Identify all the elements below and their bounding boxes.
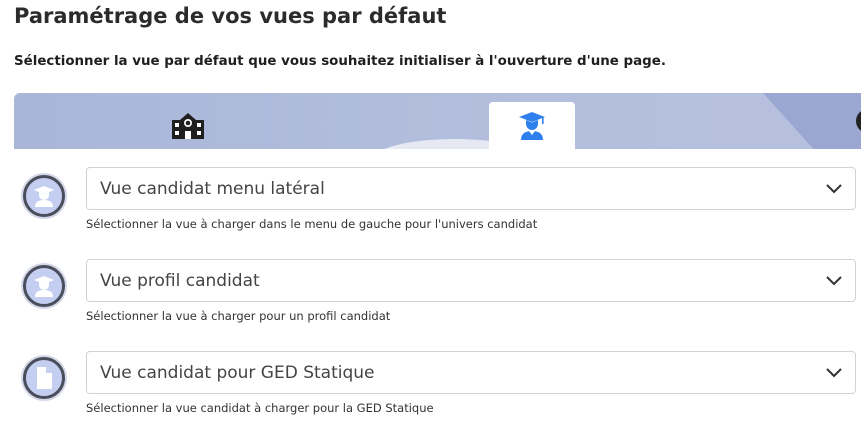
setting-row-ged: Vue candidat pour GED Statique Sélection… — [0, 351, 861, 431]
helper-text: Sélectionner la vue à charger dans le me… — [86, 217, 538, 231]
chevron-down-icon — [826, 276, 842, 286]
school-building-icon — [172, 112, 204, 139]
setting-row-profile: Vue profil candidat Sélectionner la vue … — [0, 259, 861, 339]
chevron-down-icon — [826, 368, 842, 378]
helper-text: Sélectionner la vue candidat à charger p… — [86, 401, 434, 415]
select-value: Vue candidat pour GED Statique — [100, 363, 375, 383]
page-title: Paramétrage de vos vues par défaut — [14, 4, 447, 28]
banner-decoration — [754, 93, 861, 149]
candidate-avatar-icon — [23, 265, 65, 307]
side-menu-view-select[interactable]: Vue candidat menu latéral — [86, 167, 856, 210]
profile-view-select[interactable]: Vue profil candidat — [86, 259, 856, 302]
chevron-down-icon — [826, 184, 842, 194]
candidate-avatar-icon — [23, 175, 65, 217]
graduate-cap-icon — [519, 111, 545, 140]
document-icon — [23, 357, 65, 399]
page-subtitle: Sélectionner la vue par défaut que vous … — [14, 54, 666, 69]
tab-establishment[interactable] — [145, 102, 231, 149]
ged-view-select[interactable]: Vue candidat pour GED Statique — [86, 351, 856, 394]
helper-text: Sélectionner la vue à charger pour un pr… — [86, 309, 391, 323]
setting-row-side-menu: Vue candidat menu latéral Sélectionner l… — [0, 167, 861, 247]
tab-candidate[interactable] — [489, 102, 575, 149]
universe-tab-bar — [14, 93, 861, 149]
select-value: Vue profil candidat — [100, 271, 260, 291]
select-value: Vue candidat menu latéral — [100, 179, 325, 199]
